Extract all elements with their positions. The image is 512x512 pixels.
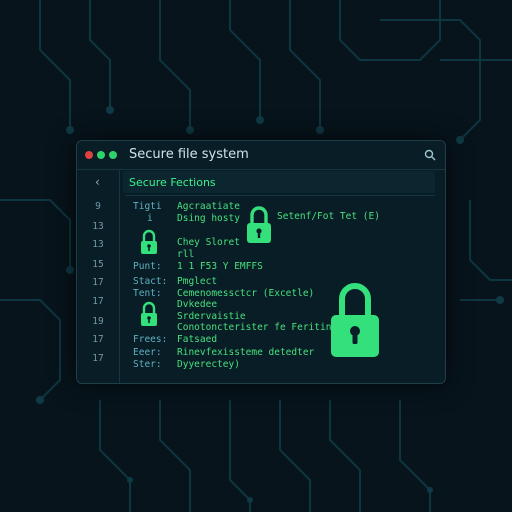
row-label: Stact: [133,276,168,287]
row-label: Tigti [133,201,162,212]
row-value: Dsing hosty [177,213,240,224]
row-label: Punt: [133,261,162,272]
line-number-gutter: ‹ 9 13 13 15 17 17 19 17 17 [77,169,120,383]
line-number: 17 [92,296,104,307]
row-value: Dvkedee [177,299,218,310]
chevron-left-icon[interactable]: ‹ [95,175,100,189]
line-number: 17 [92,353,104,364]
row-label: i [147,213,153,224]
line-number: 9 [95,201,101,212]
minimize-button[interactable] [97,151,105,159]
row-value: Fatsaed [177,334,218,345]
line-number: 17 [92,334,104,345]
lock-caption: Setenf/Fot Tet (E) [277,211,380,222]
row-value: rll [177,249,195,260]
row-value: Pmglect [177,276,218,287]
title-bar: Secure file system [77,141,445,170]
lock-icon [247,206,271,243]
line-number: 19 [92,316,104,327]
row-value: Cemenomessctcr (Excetle) [177,288,315,299]
row-label: Tent: [133,288,162,299]
line-number: 15 [92,259,104,270]
row-value: 1 1 F53 Y EMFFS [177,261,263,272]
row-value: Rinevfexissteme detedter [177,347,315,358]
window-title: Secure file system [129,147,249,162]
section-header[interactable]: Secure Fections [123,171,435,193]
maximize-button[interactable] [109,151,117,159]
row-value: Srdervaistie [177,311,246,322]
row-value: Conotoncterister fe Feritiny [177,322,338,333]
row-label: Frees: [133,334,168,345]
row-value: Agcraatiate [177,201,240,212]
row-label: Eeer: [133,347,162,358]
lock-icon [141,229,157,254]
line-number: 13 [92,221,104,232]
row-value: Chey Sloret [177,237,240,248]
search-icon[interactable] [423,148,437,162]
row-value: Dyyerectey) [177,359,240,370]
row-label: Ster: [133,359,162,370]
line-number: 17 [92,277,104,288]
file-system-window: Secure file system ‹ 9 13 13 15 17 17 19… [76,140,446,384]
section-header-label: Secure Fections [129,176,216,189]
lock-icon [331,283,379,357]
divider [125,195,435,196]
close-button[interactable] [85,151,93,159]
line-number: 13 [92,239,104,250]
lock-icon [141,301,157,326]
